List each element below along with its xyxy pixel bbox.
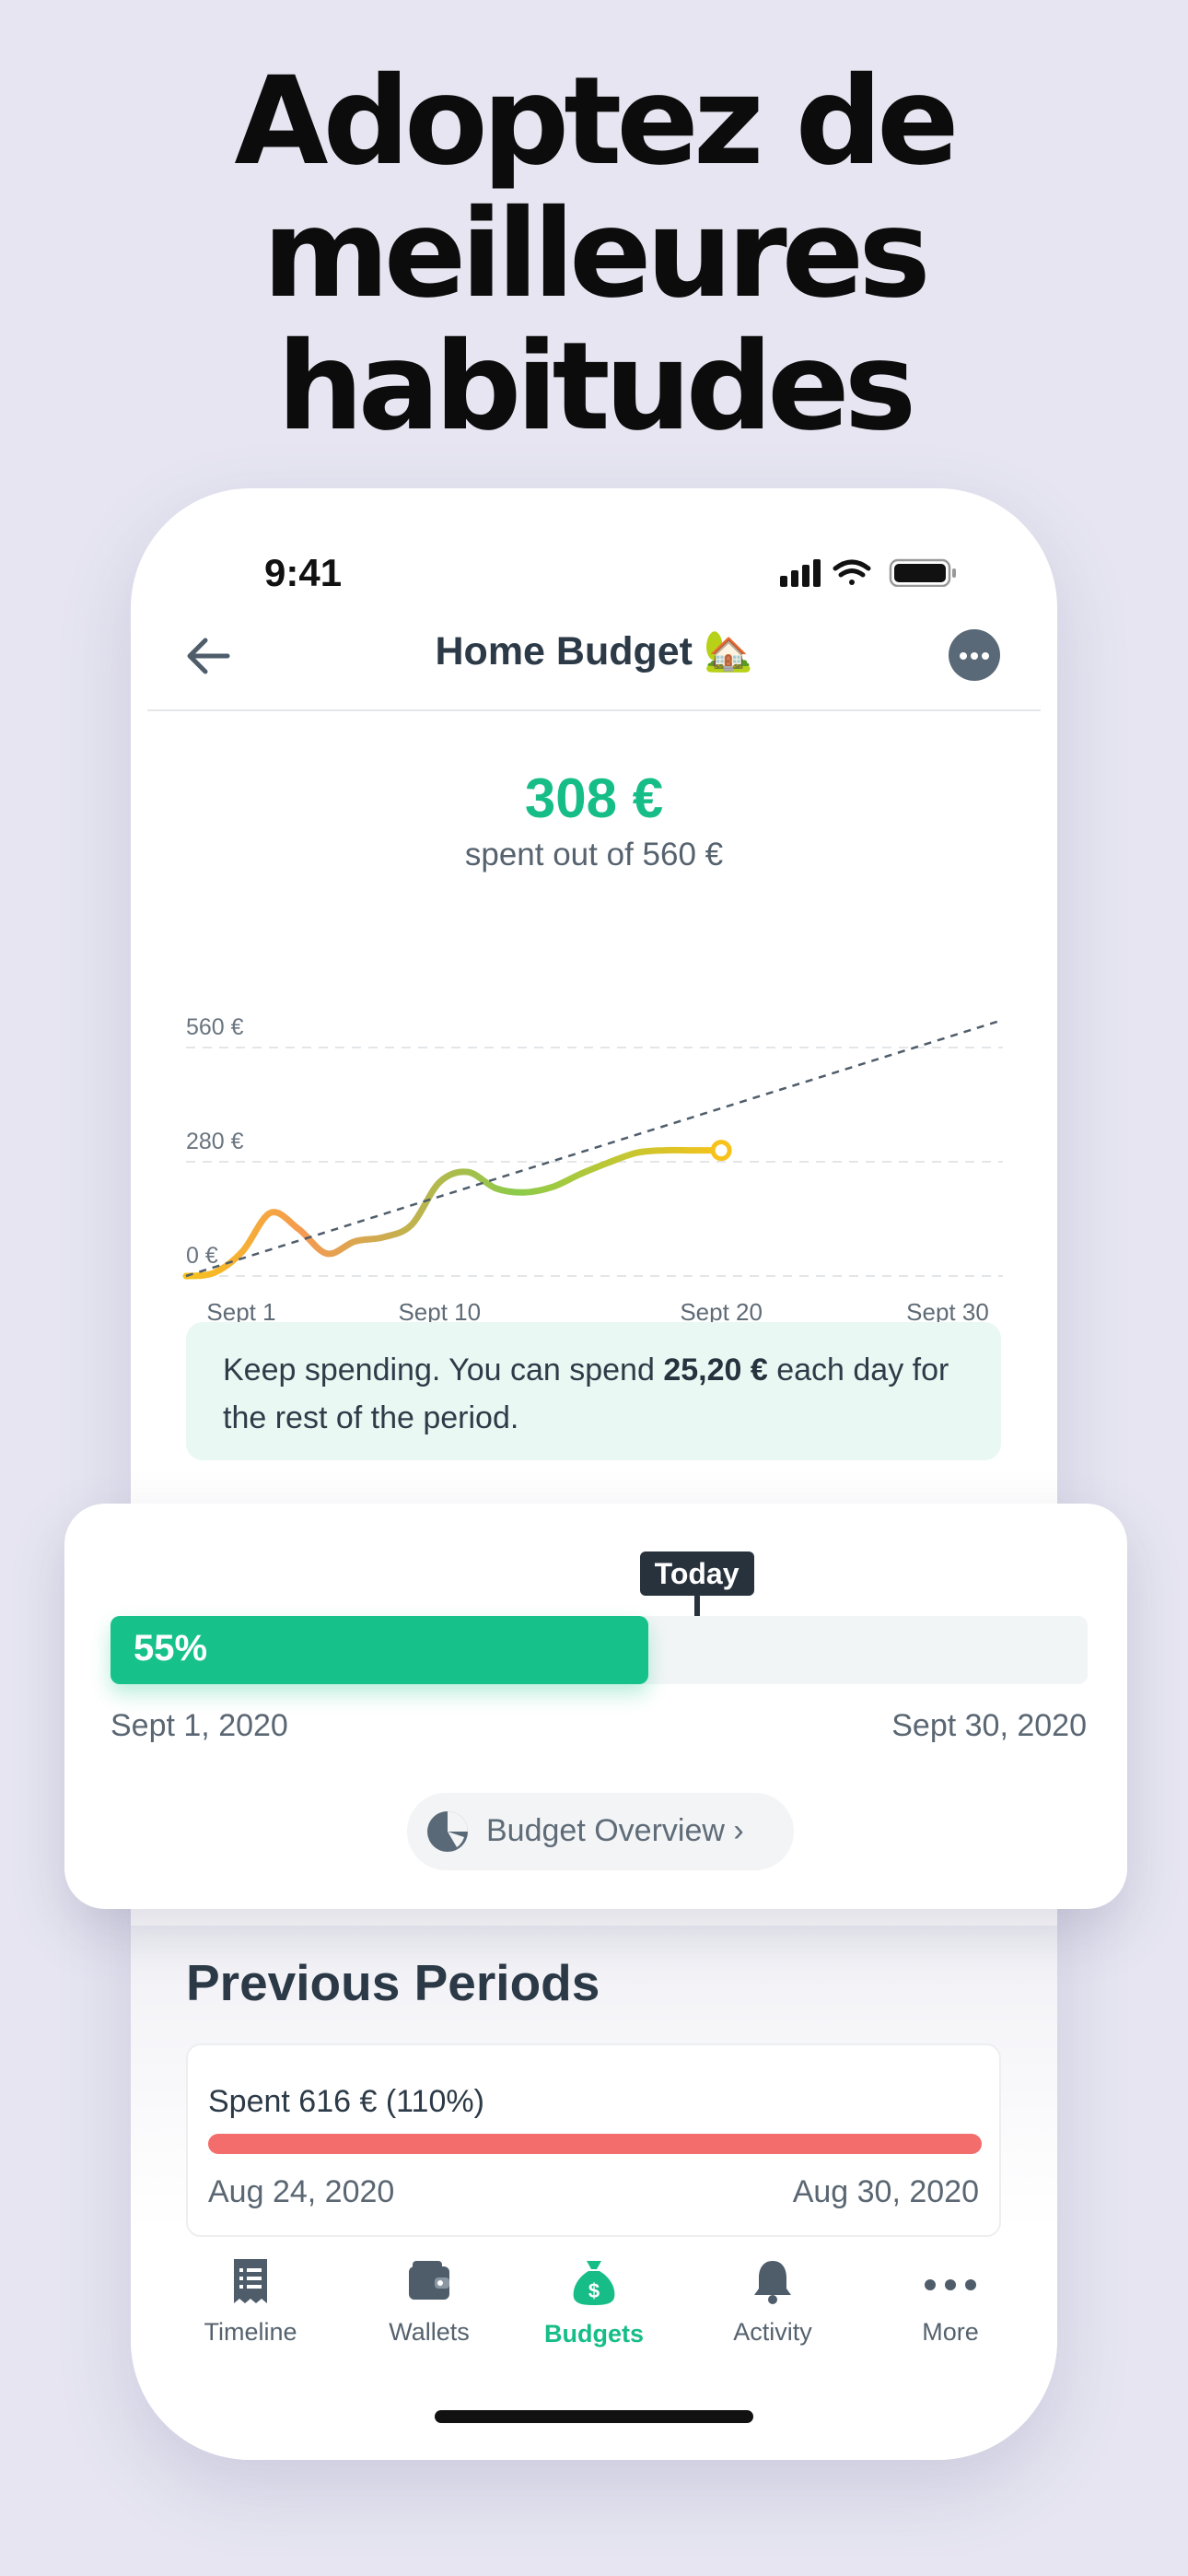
budget-chart: 560 €280 €0 €Sept 1 Sept 10 Sept 20 Sept 30 [182, 1014, 1004, 1326]
advice-prefix: Keep spending. You can spend [223, 1352, 664, 1388]
previous-period-card[interactable]: Spent 616 € (110%) Aug 24, 2020 Aug 30, … [186, 2043, 1001, 2237]
today-marker-label: Today [639, 1551, 754, 1596]
more-options-icon[interactable] [949, 629, 1000, 681]
status-icons [780, 558, 956, 587]
money-bag-icon: $ [573, 2261, 615, 2305]
headline-line-1: Adoptez de [234, 51, 959, 193]
headline-line-2: meilleures [262, 183, 931, 325]
tab-label: Budgets [544, 2320, 644, 2348]
progress-track: 55% [111, 1616, 1088, 1684]
svg-text:$: $ [588, 2279, 600, 2302]
pie-chart-icon [427, 1811, 468, 1852]
progress-fill: 55% [111, 1616, 648, 1684]
headline-line-3: habitudes [276, 316, 916, 458]
spending-line [182, 1146, 725, 1280]
previous-period-end: Aug 30, 2020 [792, 2174, 979, 2209]
dots-icon [925, 2279, 976, 2290]
tab-wallets[interactable]: Wallets [346, 2257, 512, 2359]
status-time: 9:41 [264, 551, 343, 594]
period-end-date: Sept 30, 2020 [891, 1708, 1087, 1743]
spending-advice: Keep spending. You can spend 25,20 € eac… [186, 1322, 1001, 1460]
home-indicator [435, 2410, 753, 2423]
wifi-icon [833, 559, 871, 585]
budget-overview-button[interactable]: Budget Overview › [407, 1793, 794, 1870]
tab-label: More [922, 2318, 979, 2346]
page-title: Home Budget 🏡 [435, 629, 753, 673]
bell-icon [754, 2261, 791, 2304]
progress-percent: 55% [134, 1628, 208, 1669]
period-start-date: Sept 1, 2020 [111, 1708, 288, 1743]
tab-budgets[interactable]: $ Budgets [511, 2257, 677, 2359]
tab-bar: Timeline Wallets $ Budgets Activity More [131, 2257, 1057, 2368]
previous-periods-title: Previous Periods [186, 1954, 600, 2011]
budget-overview-label: Budget Overview › [486, 1813, 744, 1848]
tab-activity[interactable]: Activity [690, 2257, 856, 2359]
tab-more[interactable]: More [868, 2257, 1033, 2359]
advice-amount: 25,20 € [663, 1352, 768, 1388]
wallet-icon [409, 2261, 449, 2300]
nav-divider [147, 709, 1041, 711]
spent-subtitle: spent out of 560 € [464, 837, 724, 872]
receipt-icon [234, 2259, 267, 2303]
current-point-marker [710, 1140, 732, 1162]
tab-label: Wallets [389, 2318, 470, 2346]
spent-amount: 308 € [524, 767, 664, 829]
battery-icon [889, 558, 956, 587]
previous-period-bar [208, 2134, 982, 2154]
target-line [185, 1018, 1004, 1278]
signal-icon [780, 559, 821, 587]
y-tick-label: 280 € [186, 1129, 244, 1154]
phone-frame: 9:41 Home Budget 🏡 308 € spent out of 56… [131, 488, 1057, 2460]
y-tick-label: 560 € [186, 1014, 244, 1040]
previous-period-spent: Spent 616 € (110%) [208, 2084, 484, 2119]
tab-timeline[interactable]: Timeline [168, 2257, 333, 2359]
previous-period-start: Aug 24, 2020 [208, 2174, 395, 2209]
headline: Adoptez de meilleures habitudes [0, 55, 1188, 453]
y-tick-label: 0 € [186, 1243, 218, 1269]
period-progress-card: Today 55% Sept 1, 2020 Sept 30, 2020 Bud… [64, 1504, 1127, 1909]
tab-label: Activity [733, 2318, 812, 2346]
tab-label: Timeline [204, 2318, 297, 2346]
